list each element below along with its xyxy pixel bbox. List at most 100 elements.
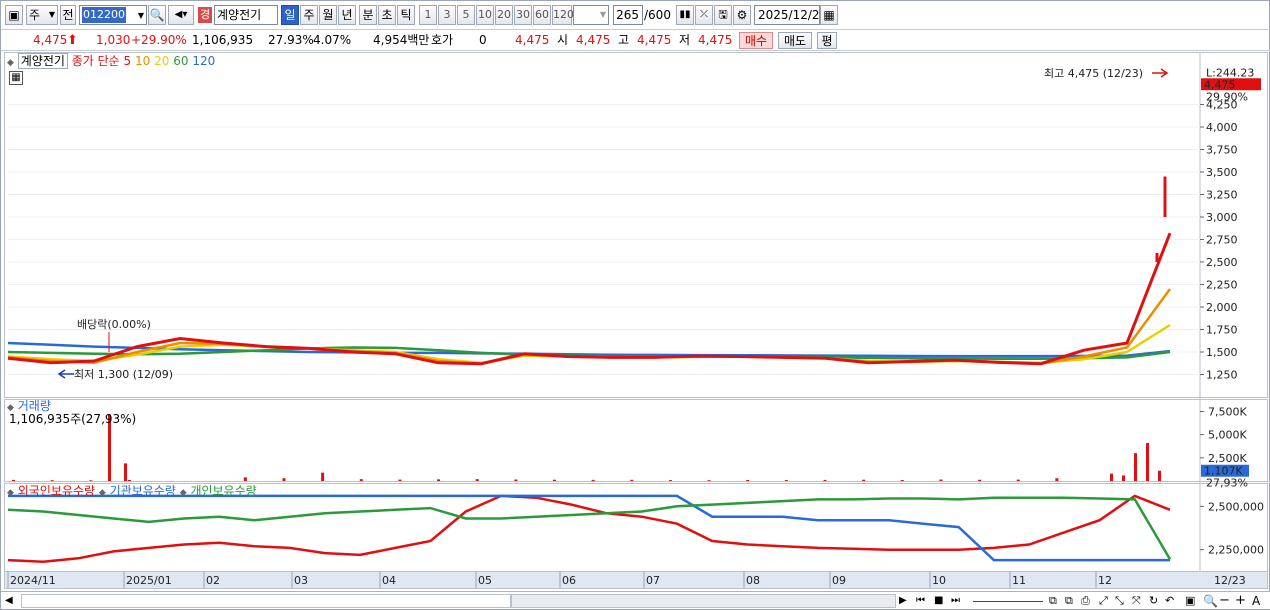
table-icon[interactable]: ▦ [9, 71, 23, 85]
drag-icon[interactable]: ⤧ [1132, 594, 1146, 608]
volume-bar [553, 479, 556, 481]
compare-icon[interactable]: ⧉ [1065, 594, 1079, 608]
stock-name[interactable]: 계양전기 [214, 5, 278, 25]
period-day[interactable]: 일 [281, 5, 299, 25]
volume-bar [321, 472, 325, 481]
speaker-icon[interactable]: ◀▾ [168, 5, 194, 25]
search-icon[interactable]: 🔍 [1203, 594, 1218, 608]
quote-value: 0 [479, 33, 487, 47]
up-arrow-icon: ⬆ [67, 33, 78, 48]
interval-120[interactable]: 120 [552, 5, 574, 25]
search-icon[interactable]: 🔍 [148, 5, 166, 25]
sell-button[interactable]: 매도 [778, 32, 812, 49]
x-tick-label: 03 [294, 574, 308, 587]
period-second[interactable]: 초 [378, 5, 396, 25]
chart-menu-icon[interactable]: ▣ [5, 5, 23, 25]
ma-legend-60: 60 [173, 54, 189, 68]
gear-icon[interactable]: ⚙ [733, 5, 751, 25]
volume-value: 1,106,935 [192, 33, 254, 47]
zoom-out-icon[interactable]: − [1219, 594, 1231, 608]
volume-bar [243, 477, 247, 481]
save-icon[interactable]: 🖫 [714, 5, 732, 25]
rewind-icon[interactable]: ⏮ [916, 594, 930, 608]
high-annotation: 최고 4,475 (12/23) [1044, 67, 1143, 80]
price-tick-label: 2,500 [1206, 256, 1238, 269]
scroll-track[interactable] [21, 594, 511, 608]
period-week[interactable]: 주 [300, 5, 318, 25]
period-tick[interactable]: 틱 [397, 5, 415, 25]
prev-button[interactable]: 전 [60, 5, 76, 25]
date-input[interactable]: 2025/12/23 [754, 5, 827, 25]
refresh-icon[interactable]: ↻ [1149, 594, 1163, 608]
stock-code-value: 012200 [82, 7, 126, 23]
ma-legend-10: 10 [135, 54, 151, 68]
volume-bar [50, 480, 54, 481]
interval-5[interactable]: 5 [457, 5, 475, 25]
period-year[interactable]: 년 [338, 5, 356, 25]
price-legend: ◆ 계양전기 종가 단순 5 10 20 60 120 [7, 53, 215, 70]
custom-interval-input[interactable]: ▼ [573, 5, 609, 25]
diamond-icon: ◆ [7, 58, 14, 68]
chart-title[interactable]: 계양전기 [17, 53, 68, 69]
turnover-pct: 27.93% [268, 33, 314, 47]
volume-title: 거래량 [17, 399, 51, 413]
foreign-legend: 외국인보유수량 [17, 484, 96, 498]
zoom-in-area-icon[interactable]: ⤢ [1099, 594, 1113, 608]
interval-3[interactable]: 3 [438, 5, 456, 25]
scroll-thumb[interactable] [511, 594, 896, 608]
individual-legend: 개인보유수량 [190, 484, 257, 498]
fast-forward-icon[interactable]: ⏭ [951, 594, 965, 608]
low-label: 저 [679, 33, 691, 47]
period-minute[interactable]: 분 [359, 5, 377, 25]
price-tick-label: 3,000 [1206, 211, 1238, 224]
period-month[interactable]: 월 [319, 5, 337, 25]
undo-icon[interactable]: ↶ [1165, 594, 1179, 608]
stock-code-input[interactable]: 012200 ▼ [79, 5, 147, 25]
volume-tick-label: 2,500K [1208, 452, 1247, 465]
price-value-2: 4,475 [515, 33, 550, 47]
price-tick-label: 3,500 [1206, 166, 1238, 179]
current-price: 4,475 [33, 33, 68, 47]
text-tool-icon[interactable]: A [1252, 594, 1266, 608]
chart-area[interactable]: 1,250 1,500 1,750 2,000 2,250 2,500 2,750 3,000… [4, 52, 1268, 590]
layout-icon[interactable]: ⧉ [1049, 594, 1063, 608]
volume-bar [591, 479, 595, 481]
zoom-in-icon[interactable]: + [1235, 594, 1247, 608]
toolbar: ▣ 주 ▼ 전 012200 ▼ 🔍 ◀▾ 경 계양전기 일 주 월 년 분 초 틱… [1, 3, 1270, 27]
volume-bar [437, 479, 441, 481]
market-select[interactable]: 주 ▼ [26, 5, 58, 25]
chart-bg [4, 52, 1268, 590]
volume-bar [1146, 443, 1149, 481]
image-icon[interactable]: ▣ [1185, 594, 1199, 608]
zoom-out-area-icon[interactable]: ⤡ [1115, 594, 1129, 608]
stop-icon[interactable]: ■ [934, 594, 948, 608]
institution-legend: 기관보유수량 [109, 484, 176, 498]
volume-bar [1016, 479, 1020, 481]
volume-bar [784, 480, 788, 481]
print-icon[interactable]: ⎙ [1081, 594, 1095, 608]
x-tick-label: 12 [1098, 574, 1112, 587]
scroll-right-icon[interactable]: ▶ [899, 594, 911, 608]
scroll-left-icon[interactable]: ◀ [5, 594, 17, 608]
zoom-slider[interactable] [973, 594, 1043, 602]
interval-60[interactable]: 60 [533, 5, 551, 25]
interval-1[interactable]: 1 [419, 5, 437, 25]
volume-bar [1134, 453, 1137, 481]
ratio-value: 4.07% [313, 33, 352, 47]
data-count-input[interactable]: 265 [613, 5, 643, 25]
x-tick-label: 05 [478, 574, 492, 587]
buy-button[interactable]: 매수 [739, 32, 773, 49]
holdings-tick-label: 2,250,000 [1208, 544, 1264, 557]
cross-icon[interactable]: ⤫ [695, 5, 713, 25]
candle-icon[interactable]: ▮▮ [676, 5, 694, 25]
x-tick-label: 10 [932, 574, 946, 587]
avg-button[interactable]: 평 [817, 32, 837, 49]
interval-20[interactable]: 20 [495, 5, 513, 25]
calendar-icon[interactable]: ▦ [820, 5, 838, 25]
interval-30[interactable]: 30 [514, 5, 532, 25]
high-value: 4,475 [637, 33, 672, 47]
volume-bar [707, 480, 711, 481]
interval-10[interactable]: 10 [476, 5, 494, 25]
x-tick-label: 06 [562, 574, 576, 587]
top-right-label: L:244.23 [1206, 66, 1254, 79]
